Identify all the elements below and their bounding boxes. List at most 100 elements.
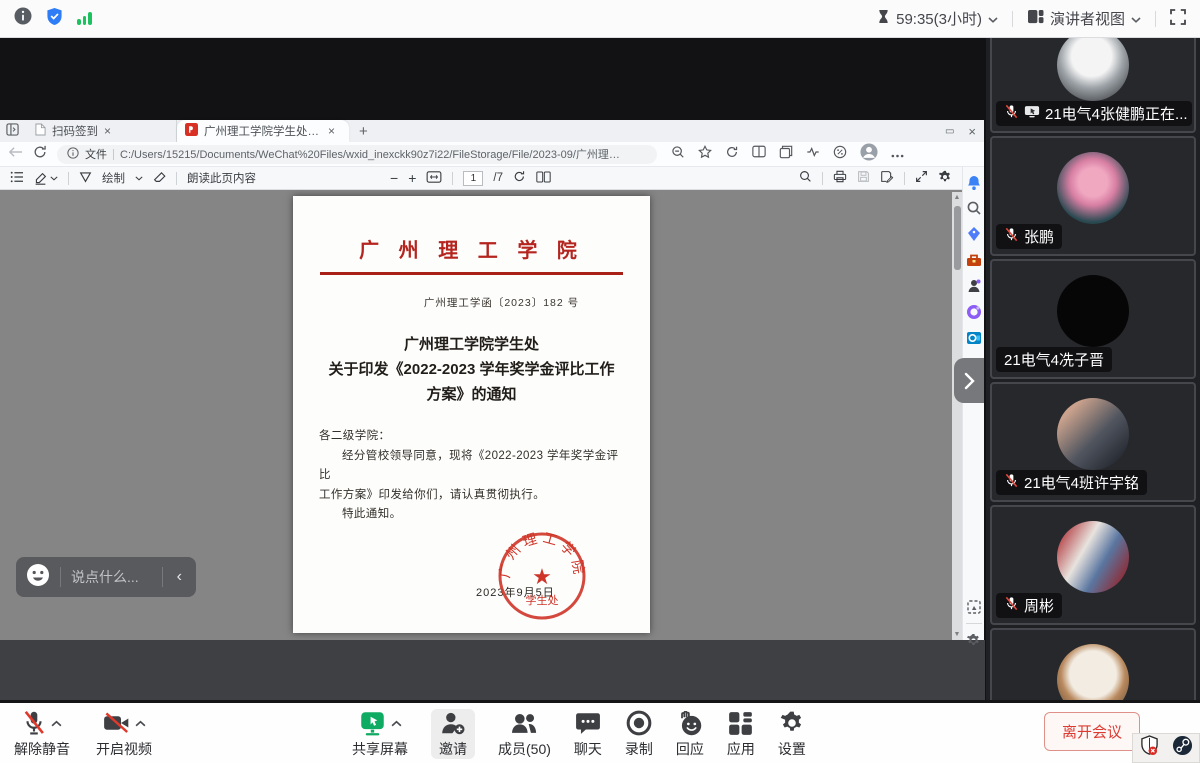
start-video-label: 开启视频 <box>96 739 152 759</box>
toolbox-icon[interactable] <box>966 252 982 268</box>
meeting-timer[interactable]: 59:35(3小时) <box>877 8 998 29</box>
settings-button[interactable]: 设置 <box>778 709 806 759</box>
collapse-chat-icon[interactable]: ‹ <box>173 568 186 586</box>
fullscreen-icon[interactable] <box>1170 9 1186 29</box>
shopping-tag-icon[interactable] <box>966 226 982 242</box>
steam-icon[interactable] <box>1172 735 1193 761</box>
circle-arrow-icon[interactable] <box>725 145 739 164</box>
divider <box>113 149 114 160</box>
save-icon[interactable] <box>857 170 870 186</box>
apps-button[interactable]: 应用 <box>727 709 755 759</box>
browser-menu-icon[interactable] <box>891 145 904 163</box>
participant-tile[interactable]: 21电气4冼子晋 <box>990 259 1196 379</box>
page-info-icon[interactable] <box>67 147 79 162</box>
tab-close-icon[interactable]: × <box>328 124 335 138</box>
salutation: 各二级学院： <box>319 427 624 447</box>
profile-avatar[interactable] <box>860 143 878 166</box>
save-as-icon[interactable] <box>880 170 894 186</box>
highlight-pen-icon[interactable] <box>34 172 58 185</box>
participant-tile[interactable]: 周彬 <box>990 505 1196 625</box>
sidebar-search-icon[interactable] <box>966 200 982 216</box>
shared-desktop-taskbar <box>0 640 985 700</box>
divider <box>822 172 823 185</box>
favorite-star-icon[interactable] <box>698 145 712 164</box>
invite-button[interactable]: 邀请 <box>431 709 475 759</box>
games-person-icon[interactable] <box>966 278 982 294</box>
participant-tile[interactable]: 21电气4张健鹏正在... <box>990 38 1196 133</box>
page-view-icon[interactable] <box>536 171 551 186</box>
tab-close-icon[interactable]: × <box>104 124 111 138</box>
eraser-icon[interactable] <box>153 170 166 186</box>
deals-icon[interactable] <box>833 145 847 164</box>
pdf-settings-gear-icon[interactable] <box>938 170 952 187</box>
refresh-icon[interactable] <box>33 145 47 164</box>
zoom-out-icon[interactable]: − <box>390 170 398 186</box>
web-capture-icon[interactable] <box>966 599 982 615</box>
split-screen-icon[interactable] <box>752 145 766 163</box>
security-shield-icon[interactable] <box>46 7 63 31</box>
browser-tab-signin[interactable]: 扫码签到 × <box>27 120 177 142</box>
collections-icon[interactable] <box>779 145 793 164</box>
avatar <box>1057 398 1129 470</box>
search-icon[interactable] <box>799 170 812 186</box>
unmute-button[interactable]: 解除静音 <box>14 709 70 759</box>
chat-input[interactable]: 说点什么... <box>71 567 152 587</box>
draw-tool-label[interactable]: 绘制 <box>102 170 125 186</box>
meeting-topbar: 59:35(3小时) 演讲者视图 <box>0 0 1200 38</box>
leave-meeting-button[interactable]: 离开会议 <box>1044 712 1140 751</box>
url-bar[interactable]: 文件 C:/Users/15215/Documents/WeChat%20Fil… <box>57 145 657 164</box>
participant-tile[interactable]: 21电气4班许宇铭 <box>990 382 1196 502</box>
view-mode-switch[interactable]: 演讲者视图 <box>1027 8 1141 29</box>
pdf-scrollbar[interactable]: ▲ ▼ <box>952 192 962 640</box>
new-tab-icon[interactable]: + <box>359 123 368 140</box>
emoji-smiley-icon[interactable] <box>26 563 50 592</box>
window-close-icon[interactable]: × <box>968 124 976 139</box>
official-seal: 广州理工学院 ★ 学生处 <box>496 530 588 627</box>
chevron-down-icon[interactable] <box>135 172 143 184</box>
zoom-in-icon[interactable]: + <box>408 170 416 186</box>
participant-tile[interactable] <box>990 628 1196 700</box>
collapse-panel-button[interactable] <box>954 358 984 403</box>
read-aloud-button[interactable]: 朗读此页内容 <box>187 170 256 186</box>
meeting-info-icon[interactable] <box>14 7 32 30</box>
expand-icon[interactable] <box>915 170 928 186</box>
back-icon[interactable] <box>8 145 23 163</box>
fit-width-icon[interactable] <box>426 171 442 186</box>
share-screen-label: 共享屏幕 <box>352 739 408 759</box>
outlook-icon[interactable] <box>966 330 982 346</box>
window-restore-icon[interactable]: ▭ <box>945 126 954 137</box>
tab-title: 广州理工学院学生处关于印发《2... <box>204 123 322 139</box>
media-ring-icon[interactable] <box>966 304 982 320</box>
browser-tabbar: 扫码签到 × 广州理工学院学生处关于印发《2... × + ▭ × <box>0 120 984 142</box>
participant-label: 张鹏 <box>996 224 1062 249</box>
network-signal-icon[interactable] <box>77 12 92 25</box>
system-notification-popup <box>1132 733 1200 763</box>
avatar <box>1057 152 1129 224</box>
share-screen-button[interactable]: 共享屏幕 <box>352 709 408 759</box>
start-video-button[interactable]: 开启视频 <box>96 709 152 759</box>
avatar <box>1057 521 1129 593</box>
zoom-indicator-icon[interactable] <box>671 145 685 164</box>
rotate-icon[interactable] <box>513 170 526 186</box>
mic-muted-icon <box>1004 104 1019 123</box>
notifications-bell-icon[interactable] <box>966 175 982 191</box>
layout-icon <box>1027 9 1044 28</box>
page-number-input[interactable]: 1 <box>463 171 483 186</box>
participant-tile[interactable]: 张鹏 <box>990 136 1196 256</box>
chat-button[interactable]: 聊天 <box>574 709 602 759</box>
timer-text: 59:35(3小时) <box>896 8 982 29</box>
invite-label: 邀请 <box>439 739 467 759</box>
divider <box>176 172 177 185</box>
record-button[interactable]: 录制 <box>625 709 653 759</box>
print-icon[interactable] <box>833 170 847 186</box>
vertical-tabs-icon[interactable] <box>6 123 19 139</box>
reactions-button[interactable]: 回应 <box>676 709 704 759</box>
browser-essentials-icon[interactable] <box>806 145 820 164</box>
members-button[interactable]: 成员(50) <box>498 709 551 759</box>
browser-tab-pdf[interactable]: 广州理工学院学生处关于印发《2... × <box>177 120 349 142</box>
toc-icon[interactable] <box>10 171 24 186</box>
sidebar-settings-gear-icon[interactable] <box>966 633 982 649</box>
participant-name: 21电气4班许宇铭 <box>1024 472 1139 493</box>
draw-tool-icon[interactable] <box>79 171 92 186</box>
security-alert-shield-icon[interactable] <box>1140 735 1159 761</box>
